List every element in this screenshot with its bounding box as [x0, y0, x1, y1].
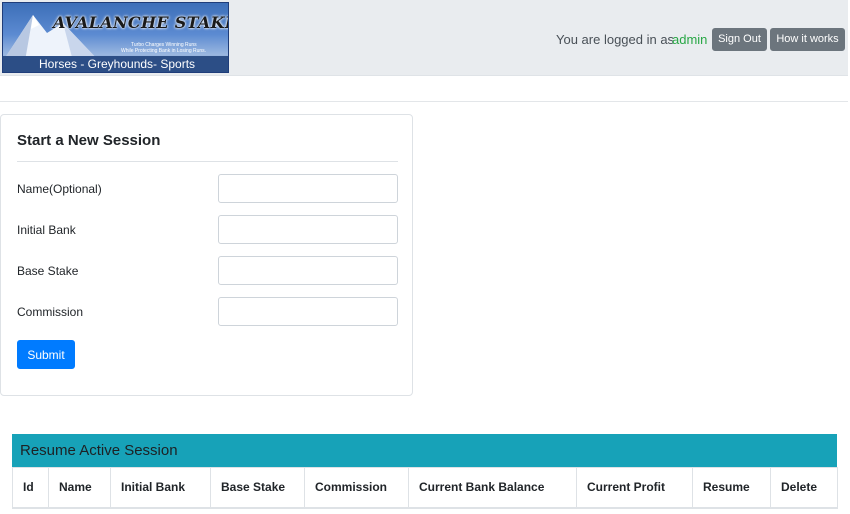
resume-session-table: Id Name Initial Bank Base Stake Commissi… — [12, 467, 838, 509]
column-header-commission: Commission — [304, 467, 409, 509]
resume-session-header: Resume Active Session — [12, 434, 837, 467]
divider — [0, 101, 848, 102]
avalanche-staking-logo[interactable]: AVALANCHE STAKING Turbo Charges Winning … — [2, 2, 229, 73]
base-stake-label: Base Stake — [17, 264, 79, 278]
new-session-title: Start a New Session — [17, 132, 161, 149]
logo-tagline: While Protecting Bank in Losing Runs. — [121, 48, 207, 54]
column-header-current-profit: Current Profit — [576, 467, 693, 509]
column-header-name: Name — [48, 467, 111, 509]
column-header-base-stake: Base Stake — [210, 467, 305, 509]
initial-bank-input[interactable] — [218, 215, 398, 244]
column-header-id: Id — [12, 467, 49, 509]
card-divider — [17, 161, 398, 162]
top-navbar: AVALANCHE STAKING Turbo Charges Winning … — [0, 0, 848, 76]
column-header-initial-bank: Initial Bank — [110, 467, 211, 509]
table-header-row: Id Name Initial Bank Base Stake Commissi… — [12, 467, 838, 509]
logged-in-username: admin — [672, 32, 708, 47]
commission-label: Commission — [17, 305, 84, 319]
base-stake-input[interactable] — [218, 256, 398, 285]
logo-title: AVALANCHE STAKING — [53, 13, 228, 32]
initial-bank-label: Initial Bank — [17, 223, 76, 237]
sign-out-button[interactable]: Sign Out — [712, 28, 767, 51]
new-session-card: Start a New Session Name(Optional) Initi… — [0, 114, 413, 396]
submit-button[interactable]: Submit — [17, 340, 75, 369]
commission-input[interactable] — [218, 297, 398, 326]
name-label: Name(Optional) — [17, 182, 102, 196]
how-it-works-button[interactable]: How it works — [770, 28, 845, 51]
resume-session-title: Resume Active Session — [20, 442, 178, 459]
logo-subtitle: Horses - Greyhounds- Sports — [39, 57, 196, 71]
name-input[interactable] — [218, 174, 398, 203]
column-header-delete: Delete — [770, 467, 838, 509]
login-status-text: You are logged in as — [556, 32, 675, 47]
column-header-resume: Resume — [692, 467, 771, 509]
column-header-current-bank-balance: Current Bank Balance — [408, 467, 577, 509]
